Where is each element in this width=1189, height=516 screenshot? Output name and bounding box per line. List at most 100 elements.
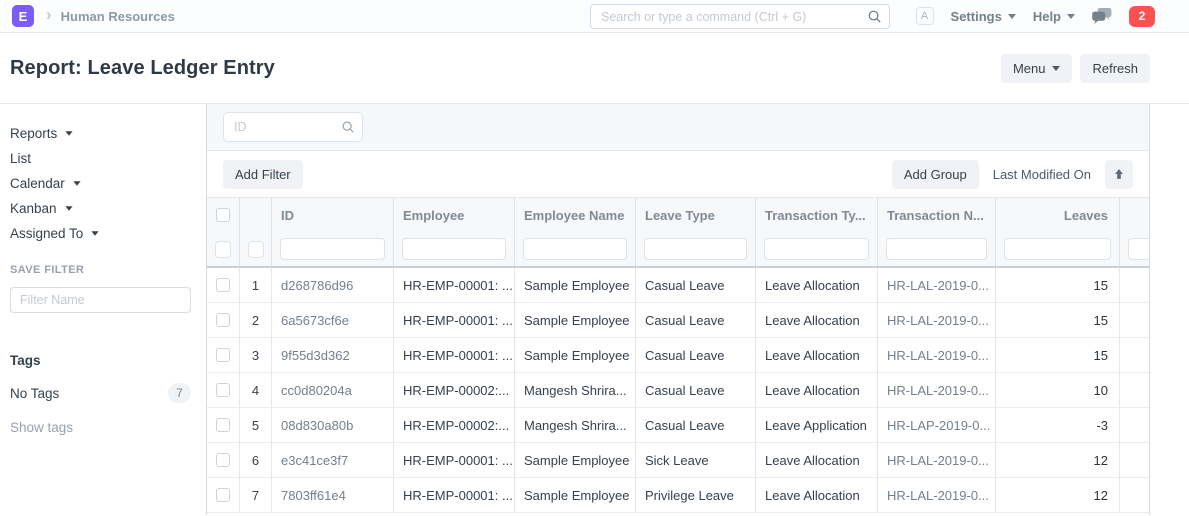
column-filter-input-id[interactable] xyxy=(280,238,385,260)
cell-transaction-name: HR-LAL-2019-0... xyxy=(878,338,996,372)
column-filter-input-transaction-n[interactable] xyxy=(886,238,987,260)
sidebar-item-kanban[interactable]: Kanban xyxy=(10,201,191,215)
table-row[interactable]: 508d830a80bHR-EMP-00002:...Mangesh Shrir… xyxy=(207,408,1149,443)
sort-direction-button[interactable] xyxy=(1105,160,1133,189)
column-filter-input-employee[interactable] xyxy=(402,238,506,260)
column-filter-input-employee-name[interactable] xyxy=(523,238,627,260)
column-header-employee[interactable]: Employee xyxy=(394,198,515,232)
sidebar-item-reports[interactable]: Reports xyxy=(10,126,191,140)
table-row[interactable]: 26a5673cf6eHR-EMP-00001: ...Sample Emplo… xyxy=(207,303,1149,338)
user-avatar[interactable]: A xyxy=(916,7,934,25)
cell-spacer xyxy=(1120,338,1149,372)
cell-transaction-name: HR-LAL-2019-0... xyxy=(878,478,996,512)
cell-employee: HR-EMP-00001: ... xyxy=(394,338,515,372)
breadcrumb[interactable]: Human Resources xyxy=(61,9,175,24)
settings-label: Settings xyxy=(951,9,1002,24)
refresh-button[interactable]: Refresh xyxy=(1080,54,1150,83)
show-tags-link[interactable]: Show tags xyxy=(10,420,73,435)
breadcrumb-chevron-icon: › xyxy=(46,5,52,25)
cell-transaction-name: HR-LAL-2019-0... xyxy=(878,303,996,337)
cell-transaction-type: Leave Allocation xyxy=(756,478,878,512)
sort-field-selector[interactable]: Last Modified On xyxy=(993,167,1091,182)
table-row[interactable]: 4cc0d80204aHR-EMP-00002:...Mangesh Shrir… xyxy=(207,373,1149,408)
cell-employee: HR-EMP-00001: ... xyxy=(394,268,515,302)
cell-employee-name: Sample Employee xyxy=(515,268,636,302)
cell-leaves: -3 xyxy=(996,408,1120,442)
row-checkbox[interactable] xyxy=(216,313,230,327)
row-checkbox[interactable] xyxy=(216,278,230,292)
cell-leaves: 15 xyxy=(996,338,1120,372)
app-logo[interactable]: E xyxy=(12,5,34,27)
add-filter-button[interactable]: Add Filter xyxy=(223,160,303,189)
filter-name-input[interactable] xyxy=(10,287,191,313)
table-row[interactable]: 6e3c41ce3f7HR-EMP-00001: ...Sample Emplo… xyxy=(207,443,1149,478)
row-checkbox[interactable] xyxy=(216,418,230,432)
column-filter-input-leave-type[interactable] xyxy=(644,238,747,260)
chat-icon[interactable] xyxy=(1092,8,1112,25)
cell-id: 08d830a80b xyxy=(272,408,394,442)
cell-employee-name: Mangesh Shrira... xyxy=(515,408,636,442)
table-row[interactable]: 39f55d3d362HR-EMP-00001: ...Sample Emplo… xyxy=(207,338,1149,373)
menu-button[interactable]: Menu xyxy=(1001,54,1073,83)
table-row[interactable]: 77803ff61e4HR-EMP-00001: ...Sample Emplo… xyxy=(207,478,1149,513)
cell-spacer xyxy=(1120,478,1149,512)
save-filter-heading: SAVE FILTER xyxy=(10,264,191,276)
column-filter-input[interactable] xyxy=(248,241,264,258)
row-checkbox[interactable] xyxy=(216,348,230,362)
cell-transaction-name: HR-LAL-2019-0... xyxy=(878,443,996,477)
sidebar-item-no-tags[interactable]: No Tags 7 xyxy=(10,383,191,403)
chevron-down-icon xyxy=(65,206,72,211)
cell-leaves: 12 xyxy=(996,443,1120,477)
row-serial: 3 xyxy=(240,338,272,372)
chevron-down-icon xyxy=(1052,66,1060,71)
settings-menu[interactable]: Settings xyxy=(951,9,1016,24)
spacer-column-header xyxy=(1120,198,1149,232)
sidebar-item-list[interactable]: List xyxy=(10,151,191,165)
column-filter-row xyxy=(207,232,1149,268)
cell-leaves: 12 xyxy=(996,478,1120,512)
column-filter-input-leaves[interactable] xyxy=(1004,238,1111,260)
row-checkbox[interactable] xyxy=(216,488,230,502)
row-checkbox[interactable] xyxy=(216,453,230,467)
help-menu[interactable]: Help xyxy=(1033,9,1075,24)
chevron-down-icon xyxy=(66,131,73,136)
cell-leave-type: Casual Leave xyxy=(636,338,756,372)
column-header-transaction-ty[interactable]: Transaction Ty... xyxy=(756,198,878,232)
page-title: Report: Leave Ledger Entry xyxy=(10,57,275,80)
column-header-transaction-n[interactable]: Transaction N... xyxy=(878,198,996,232)
column-header-employee-name[interactable]: Employee Name xyxy=(515,198,636,232)
filter-toolbar: Add Filter Add Group Last Modified On xyxy=(207,151,1149,197)
sidebar-item-calendar[interactable]: Calendar xyxy=(10,176,191,190)
column-header-leaves[interactable]: Leaves xyxy=(996,198,1120,232)
global-search-input[interactable] xyxy=(590,4,890,29)
column-filter-input[interactable] xyxy=(1128,238,1149,260)
serial-column-header xyxy=(240,198,272,232)
cell-leaves: 15 xyxy=(996,303,1120,337)
chevron-down-icon xyxy=(92,231,99,236)
cell-employee-name: Sample Employee xyxy=(515,478,636,512)
row-checkbox[interactable] xyxy=(216,383,230,397)
help-label: Help xyxy=(1033,9,1061,24)
cell-transaction-name: HR-LAL-2019-0... xyxy=(878,373,996,407)
cell-leaves: 15 xyxy=(996,268,1120,302)
sidebar-item-assigned-to[interactable]: Assigned To xyxy=(10,226,191,240)
table-row[interactable]: 1d268786d96HR-EMP-00001: ...Sample Emplo… xyxy=(207,268,1149,303)
sidebar-item-label: Calendar xyxy=(10,176,65,191)
column-header-leave-type[interactable]: Leave Type xyxy=(636,198,756,232)
select-all-checkbox[interactable] xyxy=(216,208,230,222)
notification-badge[interactable]: 2 xyxy=(1129,6,1155,27)
report-table: IDEmployeeEmployee NameLeave TypeTransac… xyxy=(207,197,1149,513)
column-header-id[interactable]: ID xyxy=(272,198,394,232)
cell-transaction-type: Leave Allocation xyxy=(756,373,878,407)
column-filter-input[interactable] xyxy=(215,241,231,258)
row-serial: 6 xyxy=(240,443,272,477)
list-sidebar: Reports List Calendar Kanban Assigned To SAV… xyxy=(0,104,206,515)
cell-leave-type: Casual Leave xyxy=(636,303,756,337)
row-serial: 4 xyxy=(240,373,272,407)
row-serial: 7 xyxy=(240,478,272,512)
column-filter-input-transaction-ty[interactable] xyxy=(764,238,869,260)
sidebar-item-label: Kanban xyxy=(10,201,57,216)
add-group-button[interactable]: Add Group xyxy=(892,160,979,189)
cell-spacer xyxy=(1120,443,1149,477)
cell-id: e3c41ce3f7 xyxy=(272,443,394,477)
